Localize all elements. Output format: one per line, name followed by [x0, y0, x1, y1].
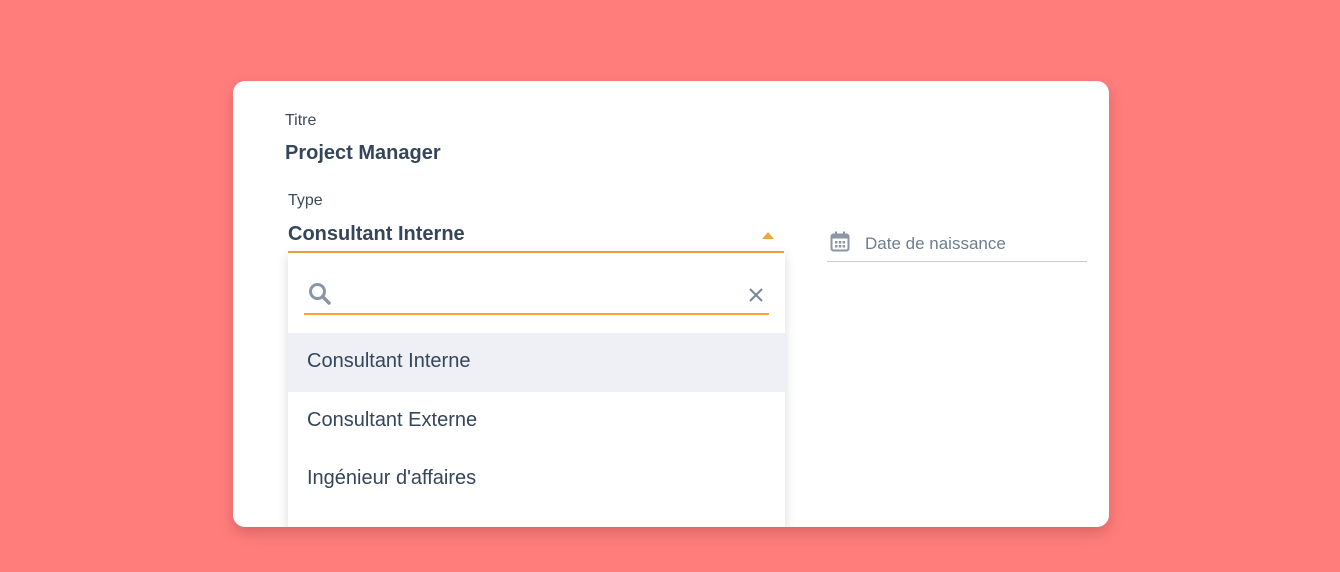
dropdown-search-input[interactable] [340, 283, 744, 311]
form-card: Titre Project Manager Type Consultant In… [233, 81, 1109, 527]
search-icon [309, 283, 331, 305]
clear-icon[interactable] [745, 284, 767, 306]
caret-up-icon[interactable] [762, 232, 774, 239]
option-consultant-externe[interactable]: Consultant Externe [288, 392, 785, 451]
type-dropdown: Consultant Interne Consultant Externe In… [288, 253, 785, 527]
option-label: Consultant Externe [307, 409, 478, 431]
calendar-icon [830, 231, 850, 252]
titre-label: Titre [285, 112, 317, 129]
option-ingenieur-affaires[interactable]: Ingénieur d'affaires [288, 450, 785, 509]
option-label: Consultant Interne [307, 350, 471, 372]
option-label: Ingénieur d'affaires [307, 467, 477, 489]
type-label: Type [288, 192, 323, 209]
titre-value: Project Manager [285, 142, 441, 164]
birth-date-placeholder: Date de naissance [865, 234, 1006, 253]
option-consultant-interne[interactable]: Consultant Interne [288, 333, 785, 392]
birth-date-field[interactable]: Date de naissance [827, 229, 1087, 262]
type-select[interactable]: Consultant Interne [288, 219, 784, 253]
dropdown-search [304, 281, 769, 315]
type-selected-value: Consultant Interne [288, 223, 465, 245]
